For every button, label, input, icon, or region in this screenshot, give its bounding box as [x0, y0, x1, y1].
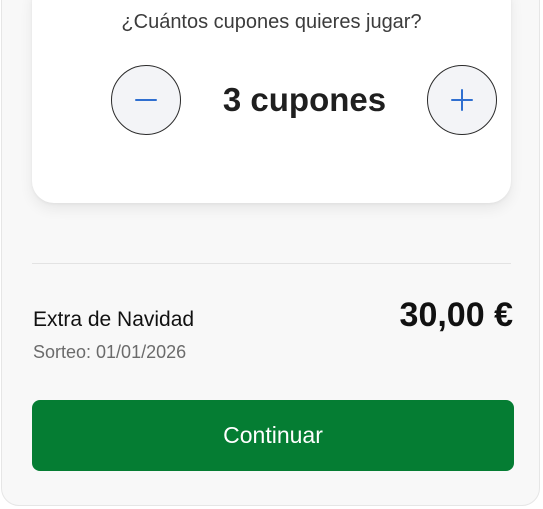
- continue-button[interactable]: Continuar: [32, 400, 514, 471]
- plus-icon: [451, 89, 473, 111]
- minus-icon: [135, 99, 157, 101]
- increase-coupons-button[interactable]: [427, 65, 497, 135]
- game-name: Extra de Navidad: [33, 308, 195, 331]
- divider: [32, 263, 511, 264]
- coupon-question: ¿Cuántos cupones quieres jugar?: [121, 11, 422, 33]
- coupon-selector-card: ¿Cuántos cupones quieres jugar? 3 cupone…: [32, 0, 511, 203]
- coupon-count: 3 cupones: [222, 81, 387, 118]
- decrease-coupons-button[interactable]: [111, 65, 181, 135]
- draw-date: Sorteo: 01/01/2026: [33, 342, 187, 362]
- total-price: 30,00 €: [399, 296, 513, 334]
